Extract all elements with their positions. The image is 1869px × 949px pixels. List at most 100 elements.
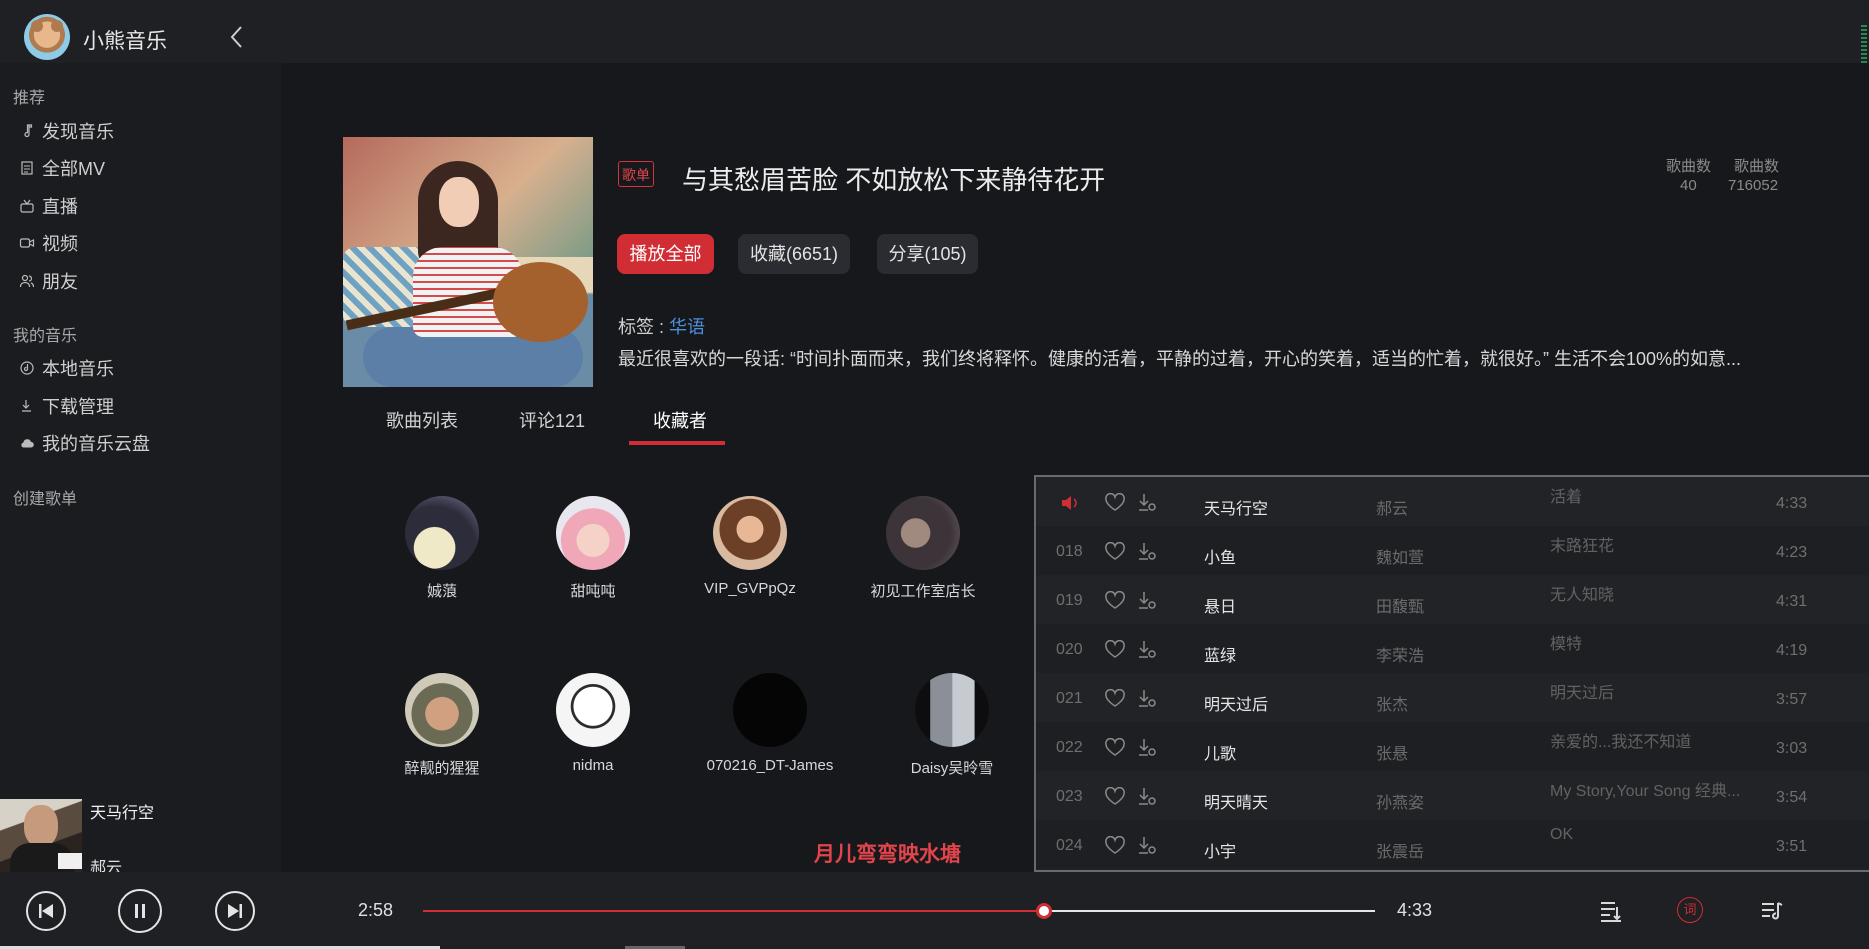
sidebar-item-label: 下载管理 [42,397,114,417]
favorite-button[interactable]: 收藏(6651) [738,234,850,274]
playback-mode-icon[interactable] [1598,898,1624,924]
heart-icon[interactable] [1104,640,1126,660]
queue-row[interactable]: 023 明天晴天 孙燕姿 My Story,Your Song 经典... 3:… [1036,771,1869,820]
download-icon[interactable] [1136,492,1158,514]
heart-icon[interactable] [1104,493,1126,513]
subscriber-name[interactable]: 初见工作室店长 [843,580,1003,601]
heart-icon[interactable] [1104,689,1126,709]
subscriber-name[interactable]: 甜吨吨 [513,580,673,601]
queue-album[interactable]: 活着 [1550,483,1582,507]
subscriber-card[interactable]: 醉靓的猩猩 [362,673,522,778]
queue-album[interactable]: 模特 [1550,630,1582,654]
avatar[interactable] [886,496,960,570]
subscriber-name[interactable]: 070216_DT-James [690,757,850,774]
queue-song-title: 天马行空 [1204,501,1269,518]
subscriber-card[interactable]: nidma [513,673,673,774]
download-icon[interactable] [1136,590,1158,612]
tag-link[interactable]: 华语 [669,317,705,337]
play-all-button[interactable]: 播放全部 [617,234,714,274]
queue-row[interactable]: 020 蓝绿 李荣浩 模特 4:19 [1036,624,1869,673]
queue-artist[interactable]: 李荣浩 [1376,642,1424,666]
download-icon[interactable] [1136,786,1158,808]
now-playing-cover[interactable] [0,799,82,873]
queue-artist[interactable]: 田馥甄 [1376,593,1424,617]
pause-button[interactable] [118,889,162,933]
queue-row[interactable]: 天马行空 郝云 活着 4:33 [1036,477,1869,526]
queue-album[interactable]: 末路狂花 [1550,532,1614,556]
sidebar-item-label: 朋友 [42,272,78,292]
tab-comments[interactable]: 评论121 [519,407,585,433]
queue-artist[interactable]: 张悬 [1376,740,1408,764]
queue-artist[interactable]: 张杰 [1376,691,1408,715]
download-icon[interactable] [1136,639,1158,661]
download-icon[interactable] [1136,541,1158,563]
queue-row[interactable]: 018 小鱼 魏如萱 末路狂花 4:23 [1036,526,1869,575]
queue-album[interactable]: OK [1550,826,1573,844]
avatar[interactable] [556,496,630,570]
sidebar-section-create-playlist[interactable]: 创建歌单 [13,485,77,509]
tab-subscribers[interactable]: 收藏者 [653,407,707,433]
previous-button[interactable] [26,891,66,931]
sidebar-item-all-mv[interactable]: 全部MV [19,154,105,182]
progress-handle[interactable] [1035,903,1052,919]
subscriber-name[interactable]: VIP_GVPpQz [670,580,830,597]
download-icon[interactable] [1136,737,1158,759]
next-button[interactable] [215,891,255,931]
avatar[interactable] [713,496,787,570]
heart-icon[interactable] [1104,591,1126,611]
queue-artist[interactable]: 孙燕姿 [1376,789,1424,813]
queue-album[interactable]: 亲爱的...我还不知道 [1550,728,1691,752]
heart-icon[interactable] [1104,787,1126,807]
subscriber-card[interactable]: 娍蒗 [362,496,522,601]
queue-album[interactable]: My Story,Your Song 经典... [1550,777,1740,801]
avatar[interactable] [405,496,479,570]
queue-album[interactable]: 无人知晓 [1550,581,1614,605]
queue-row[interactable]: 021 明天过后 张杰 明天过后 3:57 [1036,673,1869,722]
queue-song-title: 儿歌 [1204,746,1237,763]
playlist-queue-icon[interactable] [1759,898,1785,924]
sidebar-item-friends[interactable]: 朋友 [19,267,78,295]
queue-artist[interactable]: 张震岳 [1376,838,1424,862]
sidebar-item-video[interactable]: 视频 [19,229,78,257]
avatar[interactable] [405,673,479,747]
heart-icon[interactable] [1104,738,1126,758]
progress-fill [423,910,1044,912]
subscriber-name[interactable]: 醉靓的猩猩 [362,757,522,778]
subscriber-card[interactable]: 初见工作室店长 [843,496,1003,601]
subscriber-card[interactable]: 070216_DT-James [690,673,850,774]
subscriber-card[interactable]: Daisy吴昤雪 [872,673,1032,778]
subscriber-card[interactable]: VIP_GVPpQz [670,496,830,597]
queue-artist[interactable]: 魏如萱 [1376,544,1424,568]
progress-bar[interactable] [423,903,1375,919]
sidebar-item-downloads[interactable]: 下载管理 [19,392,114,420]
heart-icon[interactable] [1104,542,1126,562]
heart-icon[interactable] [1104,836,1126,856]
app-logo[interactable] [24,14,70,60]
subscriber-name[interactable]: Daisy吴昤雪 [872,757,1032,778]
friends-icon [19,274,35,288]
queue-row[interactable]: 022 儿歌 张悬 亲爱的...我还不知道 3:03 [1036,722,1869,771]
now-playing-title[interactable]: 天马行空 [90,799,154,823]
download-icon[interactable] [1136,688,1158,710]
subscriber-card[interactable]: 甜吨吨 [513,496,673,601]
queue-album[interactable]: 明天过后 [1550,679,1614,703]
queue-row[interactable]: 024 小宇 张震岳 OK 3:51 [1036,820,1869,869]
sidebar-item-cloud[interactable]: 我的音乐云盘 [19,429,150,457]
lyric-toggle-button[interactable]: 词 [1677,897,1703,923]
avatar[interactable] [915,673,989,747]
avatar[interactable] [556,673,630,747]
playlist-title: 与其愁眉苦脸 不如放松下来静待花开 [682,165,1106,195]
tab-song-list[interactable]: 歌曲列表 [386,407,458,433]
avatar[interactable] [733,673,807,747]
queue-artist[interactable]: 郝云 [1376,495,1408,519]
share-button[interactable]: 分享(105) [877,234,978,274]
queue-row[interactable]: 019 悬日 田馥甄 无人知晓 4:31 [1036,575,1869,624]
subscriber-name[interactable]: 娍蒗 [362,580,522,601]
download-icon[interactable] [1136,835,1158,857]
stat-value: 716052 [1728,177,1779,194]
sidebar-item-local-music[interactable]: 本地音乐 [19,354,114,382]
sidebar-item-discover[interactable]: 发现音乐 [19,117,114,145]
sidebar-item-live[interactable]: 直播 [19,192,78,220]
subscriber-name[interactable]: nidma [513,757,673,774]
collapse-back-button[interactable] [224,22,250,52]
